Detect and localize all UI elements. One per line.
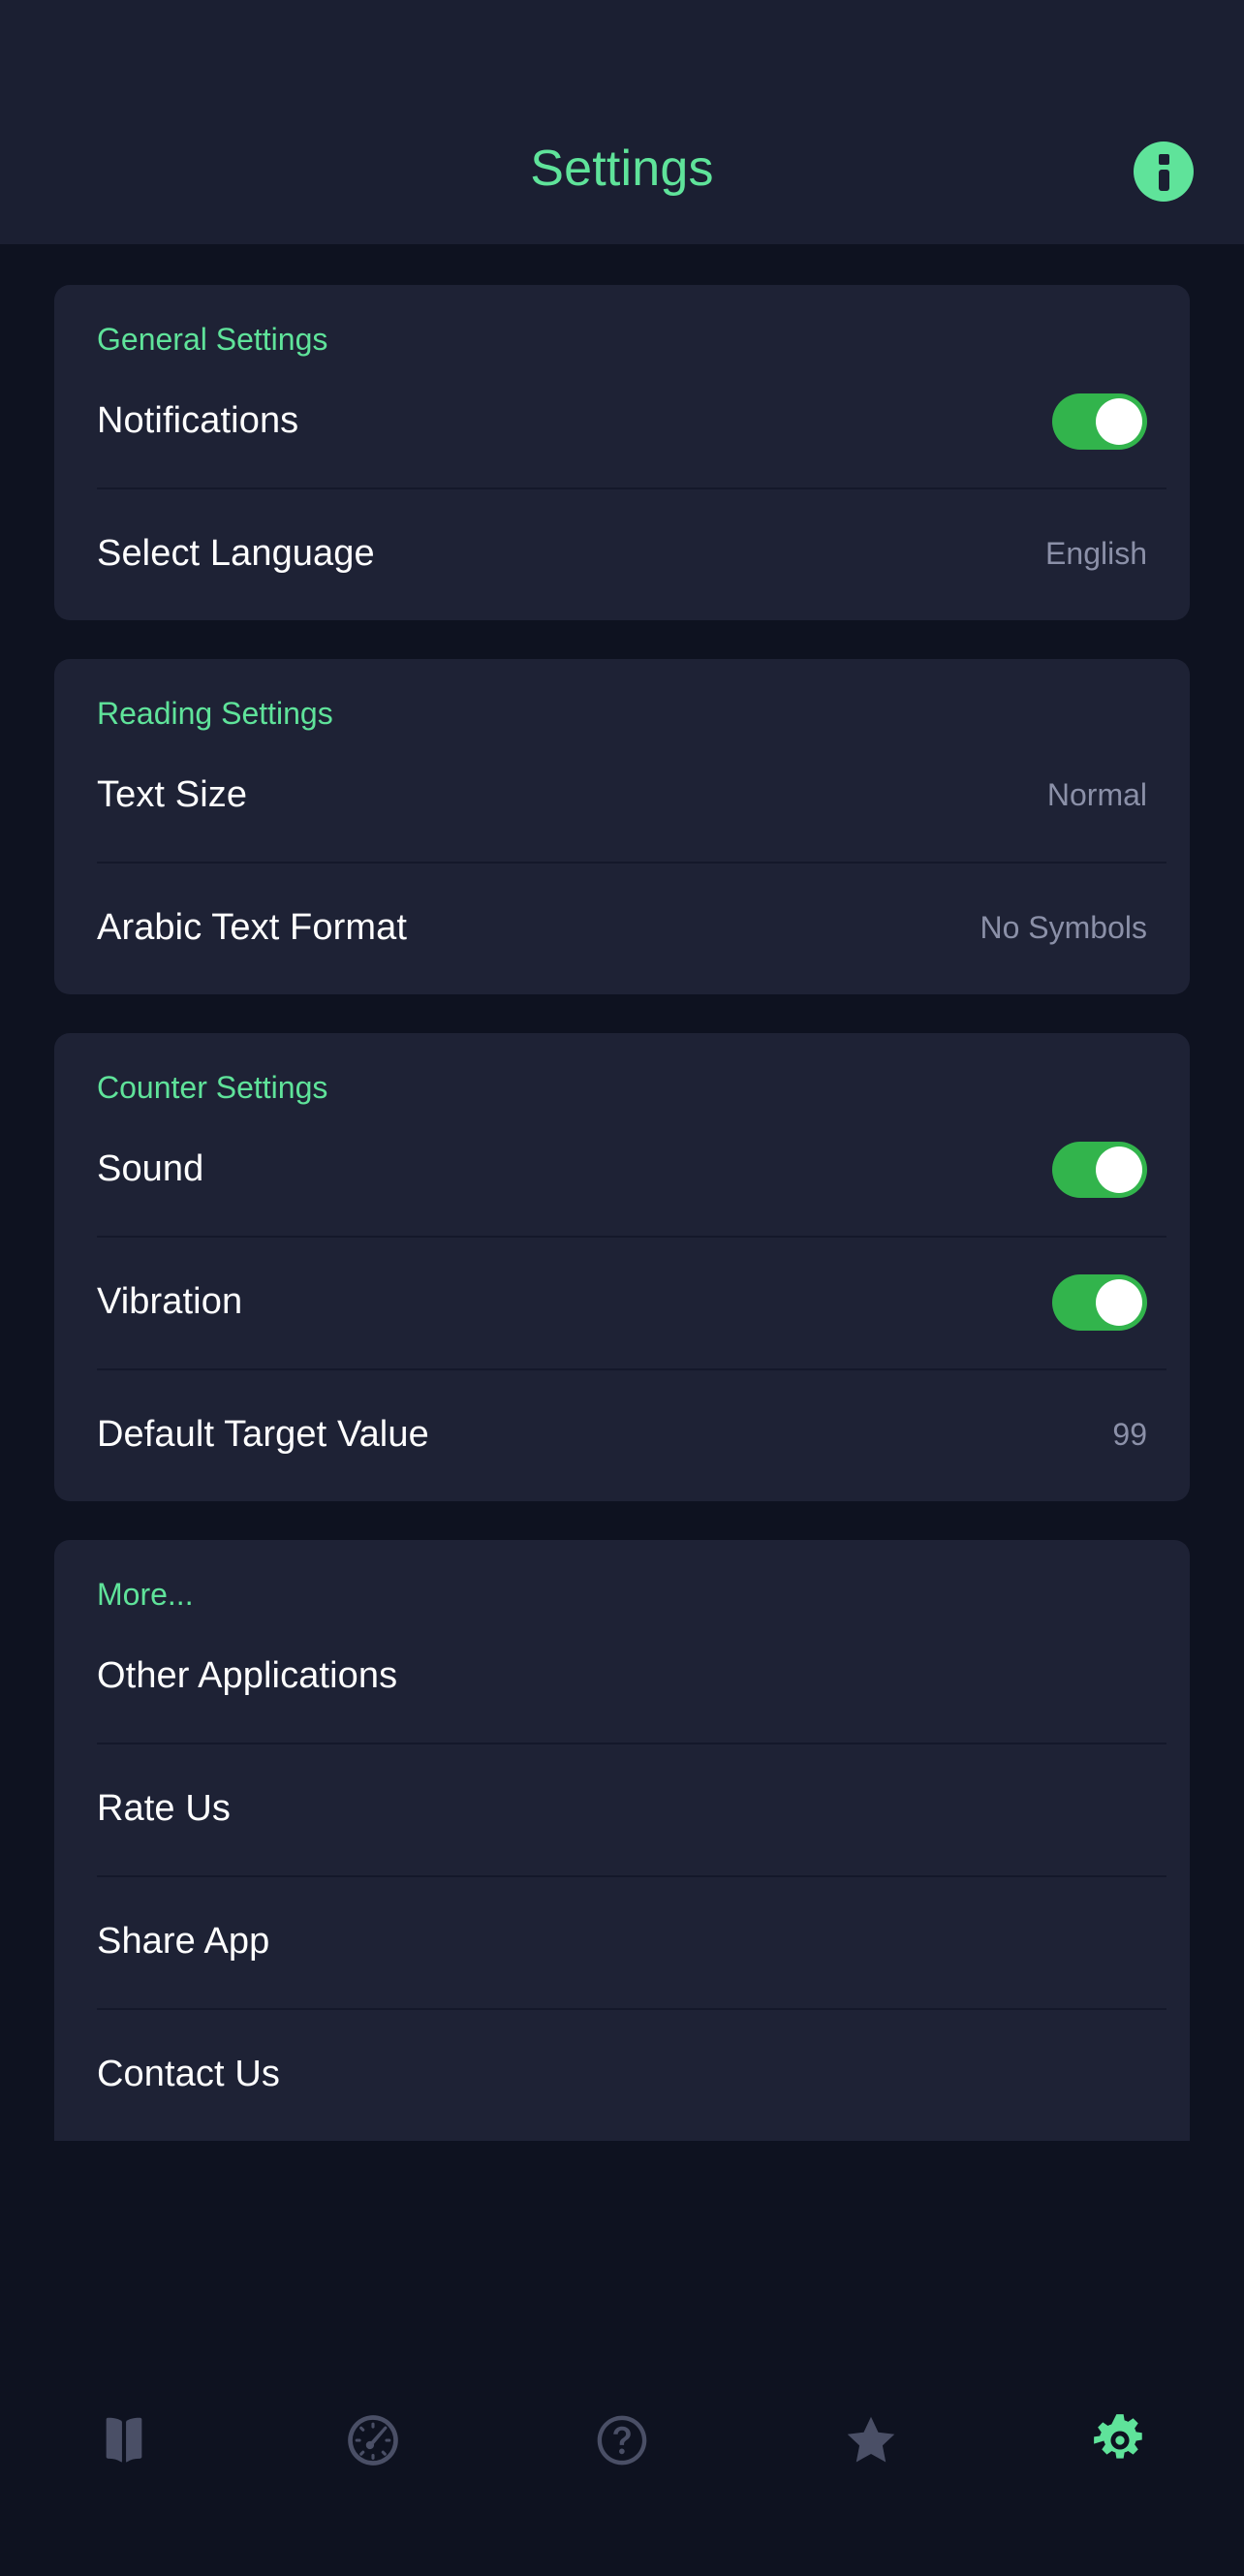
settings-list: General Settings Notifications Select Lang… xyxy=(0,244,1244,2576)
info-glyph xyxy=(1159,154,1169,191)
settings-row-notifications[interactable]: Notifications xyxy=(54,355,1190,487)
star-icon xyxy=(841,2410,901,2470)
row-label-vibration: Vibration xyxy=(97,1280,243,1322)
settings-row-other-applications[interactable]: Other Applications xyxy=(54,1610,1190,1743)
settings-row-contact-us[interactable]: Contact Us xyxy=(54,2008,1190,2141)
info-icon[interactable] xyxy=(1134,141,1194,202)
toggle-vibration[interactable] xyxy=(1052,1273,1147,1331)
toggle-notifications[interactable] xyxy=(1052,393,1147,450)
row-label-rate-us: Rate Us xyxy=(97,1787,231,1829)
row-label-default-target-value: Default Target Value xyxy=(97,1413,429,1455)
toggle-knob xyxy=(1096,1146,1142,1193)
row-value-text-size: Normal xyxy=(1046,776,1147,812)
row-label-text-size: Text Size xyxy=(97,773,248,815)
nav-item-gauge[interactable] xyxy=(249,2394,498,2487)
row-label-sound: Sound xyxy=(97,1147,204,1189)
settings-row-text-size[interactable]: Text Size Normal xyxy=(54,729,1190,862)
settings-row-sound[interactable]: Sound xyxy=(54,1103,1190,1236)
nav-item-settings[interactable] xyxy=(995,2394,1244,2487)
bottom-navigation xyxy=(0,2365,1244,2576)
book-icon xyxy=(94,2410,154,2470)
gauge-icon xyxy=(343,2410,403,2470)
row-value-select-language: English xyxy=(1045,535,1147,571)
gear-icon xyxy=(1090,2410,1150,2470)
row-label-contact-us: Contact Us xyxy=(97,2053,280,2094)
card-title-more: More... xyxy=(97,1577,194,1612)
settings-card-general-settings: General Settings Notifications Select Lang… xyxy=(54,285,1190,620)
settings-row-vibration[interactable]: Vibration xyxy=(54,1236,1190,1368)
settings-row-share-app[interactable]: Share App xyxy=(54,1875,1190,2008)
question-circle-icon xyxy=(592,2410,652,2470)
card-title-reading-settings: Reading Settings xyxy=(97,696,333,731)
settings-card-counter-settings: Counter Settings Sound Vibration Default Ta… xyxy=(54,1033,1190,1501)
settings-row-arabic-text-format[interactable]: Arabic Text Format No Symbols xyxy=(54,862,1190,994)
settings-screen: Settings General Settings Notifications Se… xyxy=(0,0,1244,2576)
nav-item-help[interactable] xyxy=(498,2394,747,2487)
settings-row-rate-us[interactable]: Rate Us xyxy=(54,1743,1190,1875)
row-value-arabic-text-format: No Symbols xyxy=(980,909,1148,945)
card-title-general-settings: General Settings xyxy=(97,322,328,357)
row-label-share-app: Share App xyxy=(97,1920,270,1962)
row-label-other-applications: Other Applications xyxy=(97,1654,398,1696)
nav-item-favorites[interactable] xyxy=(746,2394,995,2487)
row-label-arabic-text-format: Arabic Text Format xyxy=(97,906,407,948)
card-title-counter-settings: Counter Settings xyxy=(97,1070,328,1105)
toggle-knob xyxy=(1096,397,1142,445)
row-value-default-target-value: 99 xyxy=(1112,1416,1147,1452)
settings-card-reading-settings: Reading Settings Text Size Normal Arabic Te… xyxy=(54,659,1190,994)
page-title: Settings xyxy=(530,141,714,197)
settings-row-select-language[interactable]: Select Language English xyxy=(54,487,1190,620)
row-label-notifications: Notifications xyxy=(97,399,299,441)
row-label-select-language: Select Language xyxy=(97,532,375,574)
toggle-knob xyxy=(1096,1278,1142,1326)
app-bar: Settings xyxy=(0,0,1244,244)
settings-row-default-target-value[interactable]: Default Target Value 99 xyxy=(54,1368,1190,1501)
nav-item-book[interactable] xyxy=(0,2394,249,2487)
toggle-sound[interactable] xyxy=(1052,1141,1147,1198)
settings-card-more: More... Other Applications Rate Us Share Ap… xyxy=(54,1540,1190,2141)
